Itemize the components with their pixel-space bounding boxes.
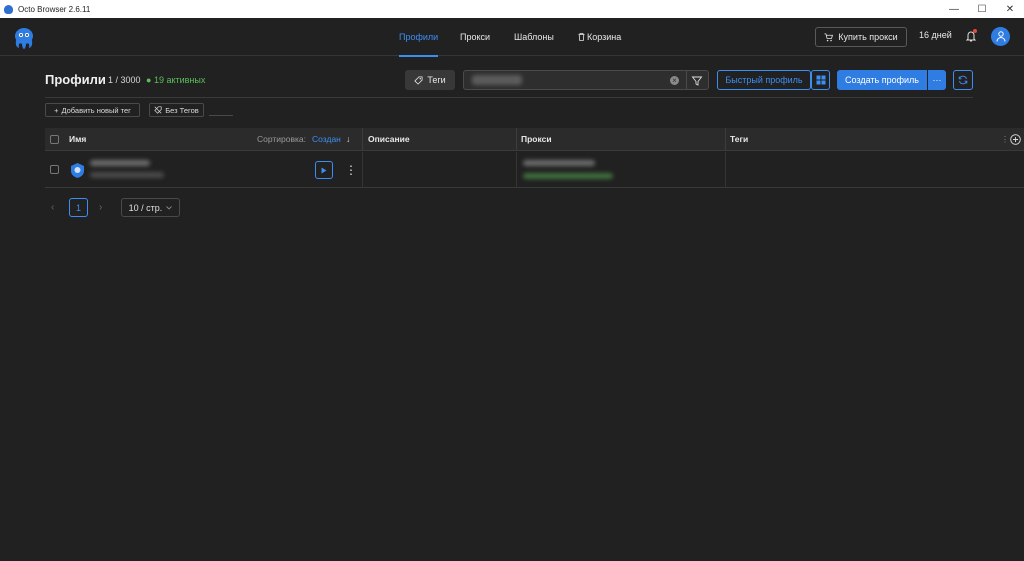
profile-name-blurred[interactable] [90, 160, 150, 166]
search-input[interactable]: × [463, 70, 709, 90]
column-divider [362, 128, 363, 151]
user-icon [996, 31, 1005, 42]
column-resize-handle[interactable]: ⋮ [1001, 128, 1009, 151]
sort-field-select[interactable]: Создан [312, 128, 341, 151]
active-count-label: 19 активных [153, 75, 206, 85]
tags-button-label: Теги [427, 75, 446, 85]
table-row[interactable]: ⋮ [45, 152, 1024, 188]
user-avatar[interactable] [991, 27, 1010, 46]
sort-label: Сортировка: [257, 134, 307, 144]
nav-tab-trash-label: Корзина [587, 32, 622, 42]
window-titlebar: Octo Browser 2.6.11 — ☐ ✕ [0, 0, 1024, 18]
page-size-select[interactable]: 10 / стр. [121, 198, 180, 217]
select-all-checkbox[interactable] [50, 135, 59, 144]
close-button[interactable]: ✕ [996, 0, 1024, 18]
add-tag-button[interactable]: + Добавить новый тег [45, 103, 140, 117]
maximize-button[interactable]: ☐ [968, 0, 996, 18]
column-description[interactable]: Описание [368, 128, 410, 151]
add-tag-label: Добавить новый тег [61, 105, 131, 115]
plus-icon: + [54, 105, 59, 115]
cart-icon [824, 32, 834, 41]
nav-tab-profiles[interactable]: Профили [399, 18, 439, 57]
cell-divider [725, 152, 726, 188]
window-title: Octo Browser 2.6.11 [18, 4, 91, 14]
octopus-logo-icon[interactable] [12, 26, 36, 50]
minimize-button[interactable]: — [940, 0, 968, 18]
nav-tab-proxies[interactable]: Прокси [460, 18, 490, 56]
sort-direction-icon[interactable]: ↓ [346, 128, 350, 151]
buy-proxy-button[interactable]: Купить прокси [815, 27, 907, 47]
windows-icon [816, 75, 825, 85]
search-value-blurred [472, 75, 522, 85]
column-proxy[interactable]: Прокси [521, 128, 552, 151]
notification-dot [973, 29, 977, 33]
row-checkbox[interactable] [50, 165, 59, 174]
profile-subtitle-blurred [90, 172, 164, 178]
next-page-button[interactable]: › [99, 202, 102, 213]
quick-profile-button[interactable]: Быстрый профиль [717, 70, 811, 90]
start-profile-button[interactable] [315, 161, 333, 179]
search-divider [686, 71, 687, 89]
toolbar-divider [45, 97, 973, 98]
app-header: Профили Прокси Шаблоны Корзина Купить пр… [0, 18, 1024, 57]
filter-icon[interactable] [691, 75, 703, 87]
no-tags-label: Без Тегов [165, 105, 199, 115]
clear-search-icon[interactable]: × [670, 76, 679, 85]
nav-tab-templates[interactable]: Шаблоны [514, 18, 554, 56]
page-1-button[interactable]: 1 [69, 198, 88, 217]
tag-input-underline[interactable] [209, 115, 233, 116]
subscription-days: 16 дней [919, 30, 952, 40]
chevron-down-icon [166, 205, 173, 210]
proxy-address-blurred [523, 160, 595, 166]
create-profile-button[interactable]: Создать профиль [837, 70, 927, 90]
app-icon [4, 4, 13, 14]
proxy-ip-blurred [523, 173, 613, 179]
column-name[interactable]: Имя [69, 128, 86, 151]
tag-icon [414, 75, 423, 85]
tag-off-icon [154, 106, 162, 114]
active-count: ● 19 активных [146, 75, 206, 85]
no-tags-filter[interactable]: Без Тегов [149, 103, 204, 117]
add-column-icon[interactable] [1010, 134, 1021, 145]
refresh-button[interactable] [953, 70, 973, 90]
profile-count: 1 / 3000 [108, 75, 141, 85]
refresh-icon [958, 75, 968, 85]
play-icon [321, 167, 327, 173]
nav-tab-trash[interactable]: Корзина [578, 18, 621, 56]
table-header: Имя Сортировка: Создан ↓ Описание Прокси… [45, 128, 1024, 151]
column-tags[interactable]: Теги [730, 128, 748, 151]
cell-divider [362, 152, 363, 188]
tags-button[interactable]: Теги [405, 70, 455, 90]
cell-divider [516, 152, 517, 188]
prev-page-button[interactable]: ‹ [51, 202, 54, 213]
page-title: Профили [45, 72, 106, 87]
os-select-button[interactable] [811, 70, 830, 90]
profile-avatar-icon [71, 163, 84, 178]
page-size-value: 10 / стр. [128, 202, 163, 213]
trash-icon [578, 33, 585, 41]
row-menu-icon[interactable]: ⋮ [345, 162, 357, 178]
column-divider [725, 128, 726, 151]
buy-proxy-label: Купить прокси [838, 32, 898, 42]
create-profile-more-button[interactable]: ··· [928, 70, 946, 90]
column-divider [516, 128, 517, 151]
